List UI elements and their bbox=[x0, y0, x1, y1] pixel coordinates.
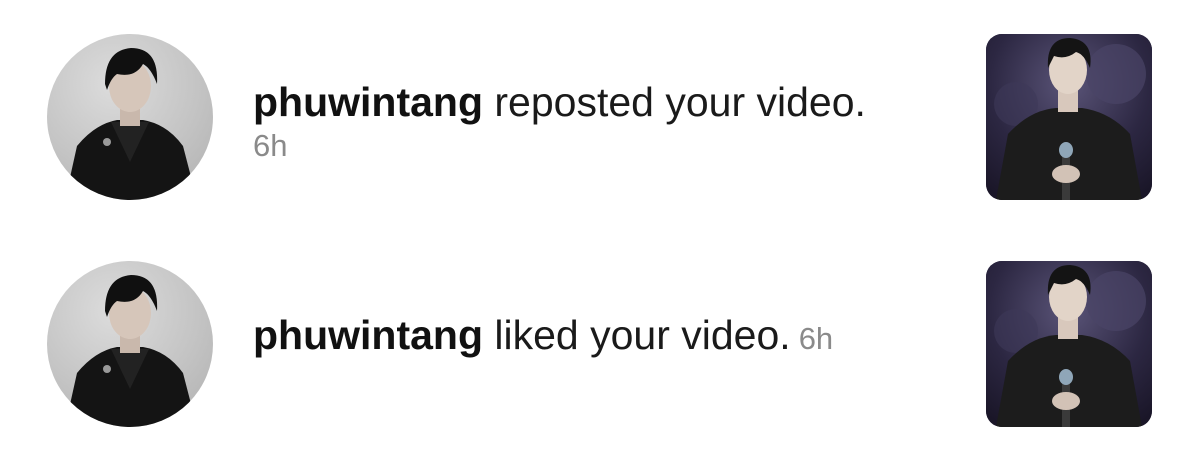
notification-text: phuwintang reposted your video. 6h bbox=[253, 78, 866, 164]
notification-action: liked your video. bbox=[483, 312, 791, 358]
notification-item[interactable]: phuwintang liked your video. 6h bbox=[0, 261, 1200, 431]
video-thumbnail[interactable] bbox=[986, 34, 1152, 200]
video-thumbnail-image bbox=[986, 261, 1152, 427]
username-link[interactable]: phuwintang bbox=[253, 79, 483, 125]
avatar[interactable] bbox=[47, 261, 213, 427]
username-link[interactable]: phuwintang bbox=[253, 312, 483, 358]
video-thumbnail-image bbox=[986, 34, 1152, 200]
notification-message: phuwintang reposted your video. bbox=[253, 78, 866, 126]
notification-text: phuwintang liked your video. 6h bbox=[253, 311, 833, 363]
avatar[interactable] bbox=[47, 34, 213, 200]
timestamp: 6h bbox=[798, 321, 834, 356]
notification-action: reposted your video. bbox=[483, 79, 866, 125]
user-avatar-image bbox=[65, 48, 197, 200]
user-avatar-image bbox=[65, 275, 197, 427]
timestamp: 6h bbox=[253, 128, 288, 163]
notification-message: phuwintang liked your video. 6h bbox=[253, 311, 833, 363]
notification-item[interactable]: phuwintang reposted your video. 6h bbox=[0, 34, 1200, 204]
video-thumbnail[interactable] bbox=[986, 261, 1152, 427]
